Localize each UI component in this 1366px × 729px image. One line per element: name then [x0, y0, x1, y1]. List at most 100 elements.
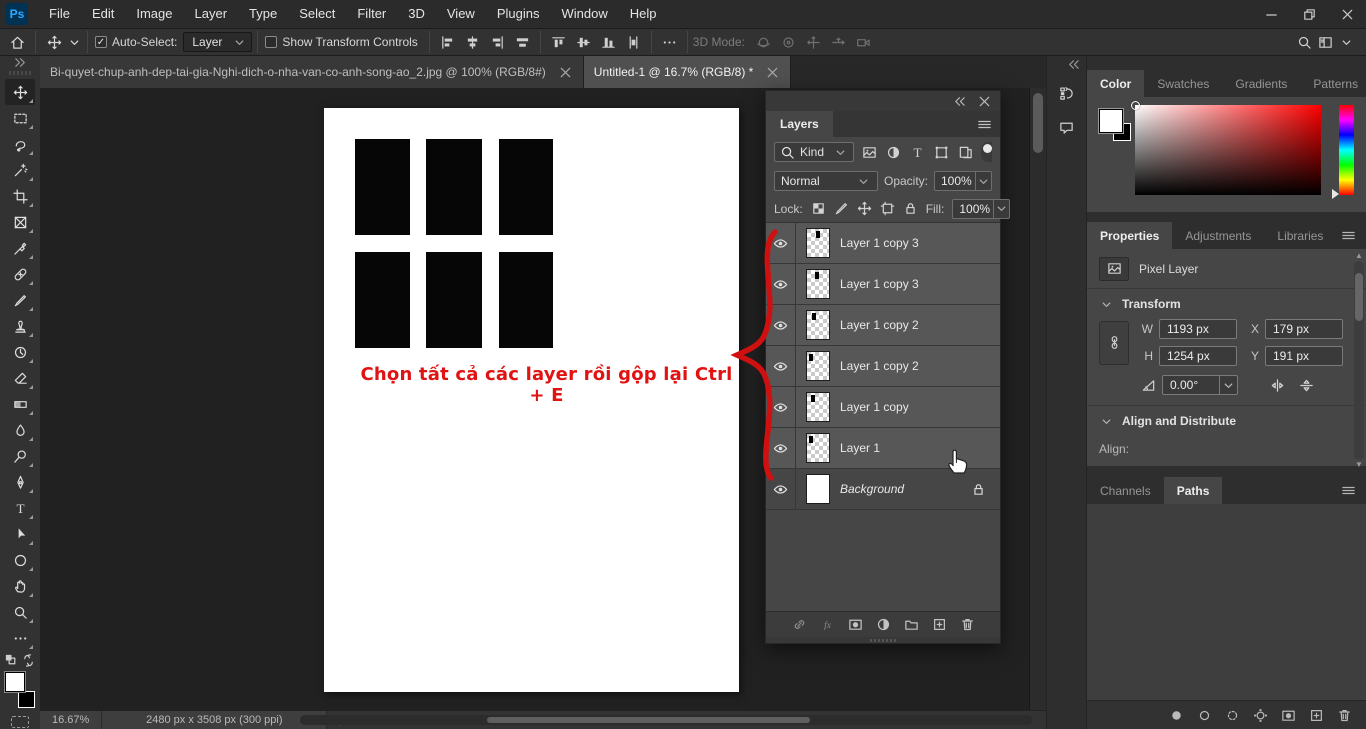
- color-picker-marker[interactable]: [1131, 101, 1140, 110]
- flip-vertical-icon[interactable]: [1299, 378, 1314, 393]
- panel-tab[interactable]: Color: [1087, 70, 1144, 97]
- properties-scrollbar[interactable]: ▲ ▼: [1354, 261, 1364, 460]
- tab-close-icon[interactable]: [765, 65, 780, 80]
- new-path-icon[interactable]: [1309, 708, 1324, 723]
- comments-panel-icon[interactable]: [1054, 114, 1080, 140]
- layer-name[interactable]: Layer 1 copy 2: [840, 318, 919, 332]
- background-color-swatch[interactable]: [18, 691, 35, 708]
- panel-menu-icon[interactable]: [1341, 477, 1366, 504]
- layer-visibility-toggle[interactable]: [766, 305, 796, 345]
- tool-button[interactable]: [5, 261, 35, 287]
- menu-item[interactable]: Edit: [81, 0, 125, 28]
- tool-button[interactable]: [5, 391, 35, 417]
- layer-name[interactable]: Layer 1: [840, 441, 880, 455]
- menu-item[interactable]: Image: [125, 0, 183, 28]
- document-page[interactable]: Chọn tất cả các layer rồi gộp lại Ctrl +…: [324, 108, 739, 692]
- stroke-path-icon[interactable]: [1197, 708, 1212, 723]
- layer-thumbnail[interactable]: [806, 269, 830, 299]
- tab-close-icon[interactable]: [558, 65, 573, 80]
- auto-select-checkbox[interactable]: [95, 36, 107, 48]
- add-layer-mask-icon[interactable]: [848, 617, 863, 632]
- toolbar-collapse-icon[interactable]: [0, 56, 40, 69]
- tool-button[interactable]: T: [5, 495, 35, 521]
- collapse-panel-icon[interactable]: [952, 94, 967, 109]
- lock-transparency-icon[interactable]: [811, 201, 826, 216]
- lock-position-icon[interactable]: [857, 201, 872, 216]
- saturation-brightness-box[interactable]: [1135, 105, 1321, 195]
- new-layer-icon[interactable]: [932, 617, 947, 632]
- lock-pixels-icon[interactable]: [834, 201, 849, 216]
- filter-toggle[interactable]: [981, 142, 992, 162]
- history-panel-icon[interactable]: [1054, 80, 1080, 106]
- layer-visibility-toggle[interactable]: [766, 346, 796, 386]
- layer-name[interactable]: Background: [840, 482, 904, 496]
- default-colors-icon[interactable]: [4, 653, 19, 668]
- tool-preset-move-icon[interactable]: [41, 30, 67, 54]
- tool-button[interactable]: [5, 131, 35, 157]
- tool-button[interactable]: [5, 365, 35, 391]
- layer-name[interactable]: Layer 1 copy: [840, 400, 909, 414]
- flip-horizontal-icon[interactable]: [1270, 378, 1285, 393]
- fill-path-icon[interactable]: [1169, 708, 1184, 723]
- panel-tab[interactable]: Channels: [1087, 477, 1164, 504]
- panel-tab[interactable]: Libraries: [1264, 222, 1336, 249]
- align-section-header[interactable]: Align and Distribute: [1087, 406, 1366, 436]
- opacity-value[interactable]: 100%: [934, 171, 976, 191]
- workspace-switcher-icon[interactable]: [1318, 35, 1333, 50]
- lock-artboard-icon[interactable]: [880, 201, 895, 216]
- layer-name[interactable]: Layer 1 copy 2: [840, 359, 919, 373]
- distribute-vertical-button[interactable]: [621, 30, 646, 54]
- close-panel-icon[interactable]: [977, 94, 992, 109]
- tool-button[interactable]: [5, 157, 35, 183]
- tool-button[interactable]: [5, 443, 35, 469]
- align-top-button[interactable]: [546, 30, 571, 54]
- filter-shape-layers-icon[interactable]: [933, 145, 950, 160]
- path-as-selection-icon[interactable]: [1225, 708, 1240, 723]
- canvas-horizontal-scrollbar[interactable]: [300, 715, 1032, 725]
- document-tab[interactable]: Untitled-1 @ 16.7% (RGB/8) *: [584, 56, 792, 88]
- search-icon[interactable]: [1297, 35, 1312, 50]
- make-work-path-icon[interactable]: [1253, 708, 1268, 723]
- tool-button[interactable]: [5, 339, 35, 365]
- close-button[interactable]: [1328, 0, 1366, 28]
- filter-kind-dropdown[interactable]: Kind: [774, 142, 854, 162]
- transform-section-header[interactable]: Transform: [1087, 289, 1366, 319]
- expand-panels-icon[interactable]: [1047, 56, 1086, 72]
- menu-item[interactable]: Type: [238, 0, 288, 28]
- tool-button[interactable]: [5, 599, 35, 625]
- link-dimensions-icon[interactable]: [1099, 321, 1129, 365]
- tool-button[interactable]: [5, 79, 35, 105]
- delete-layer-icon[interactable]: [960, 617, 975, 632]
- menu-item[interactable]: Filter: [346, 0, 397, 28]
- layer-thumbnail[interactable]: [806, 392, 830, 422]
- hue-slider[interactable]: [1332, 189, 1344, 199]
- tool-button[interactable]: [5, 625, 35, 651]
- panel-tab[interactable]: Properties: [1087, 222, 1172, 249]
- add-mask-icon[interactable]: [1281, 708, 1296, 723]
- align-middle-vertical-button[interactable]: [571, 30, 596, 54]
- align-bottom-button[interactable]: [596, 30, 621, 54]
- blend-mode-dropdown[interactable]: Normal: [774, 171, 878, 191]
- layer-thumbnail[interactable]: [806, 228, 830, 258]
- panel-tab[interactable]: Patterns: [1300, 70, 1366, 97]
- align-right-button[interactable]: [485, 30, 510, 54]
- menu-item[interactable]: View: [436, 0, 486, 28]
- menu-item[interactable]: Layer: [184, 0, 239, 28]
- new-adjustment-layer-icon[interactable]: [876, 617, 891, 632]
- panel-tab[interactable]: Paths: [1164, 477, 1223, 504]
- toolbar-grip[interactable]: [9, 71, 31, 75]
- tool-button[interactable]: [5, 547, 35, 573]
- restore-button[interactable]: [1290, 0, 1328, 28]
- x-input[interactable]: 179 px: [1265, 319, 1343, 339]
- menu-item[interactable]: 3D: [397, 0, 436, 28]
- layer-thumbnail[interactable]: [806, 433, 830, 463]
- width-input[interactable]: 1193 px: [1159, 319, 1237, 339]
- link-layers-icon[interactable]: [792, 617, 807, 632]
- opacity-dropdown[interactable]: 100%: [934, 171, 992, 191]
- chevron-down-icon[interactable]: [1220, 375, 1238, 395]
- layer-row[interactable]: Background: [766, 469, 1000, 510]
- auto-select-target-dropdown[interactable]: Layer: [183, 32, 252, 52]
- layer-visibility-toggle[interactable]: [766, 223, 796, 263]
- layer-thumbnail[interactable]: [806, 310, 830, 340]
- scrollbar-thumb[interactable]: [487, 717, 810, 723]
